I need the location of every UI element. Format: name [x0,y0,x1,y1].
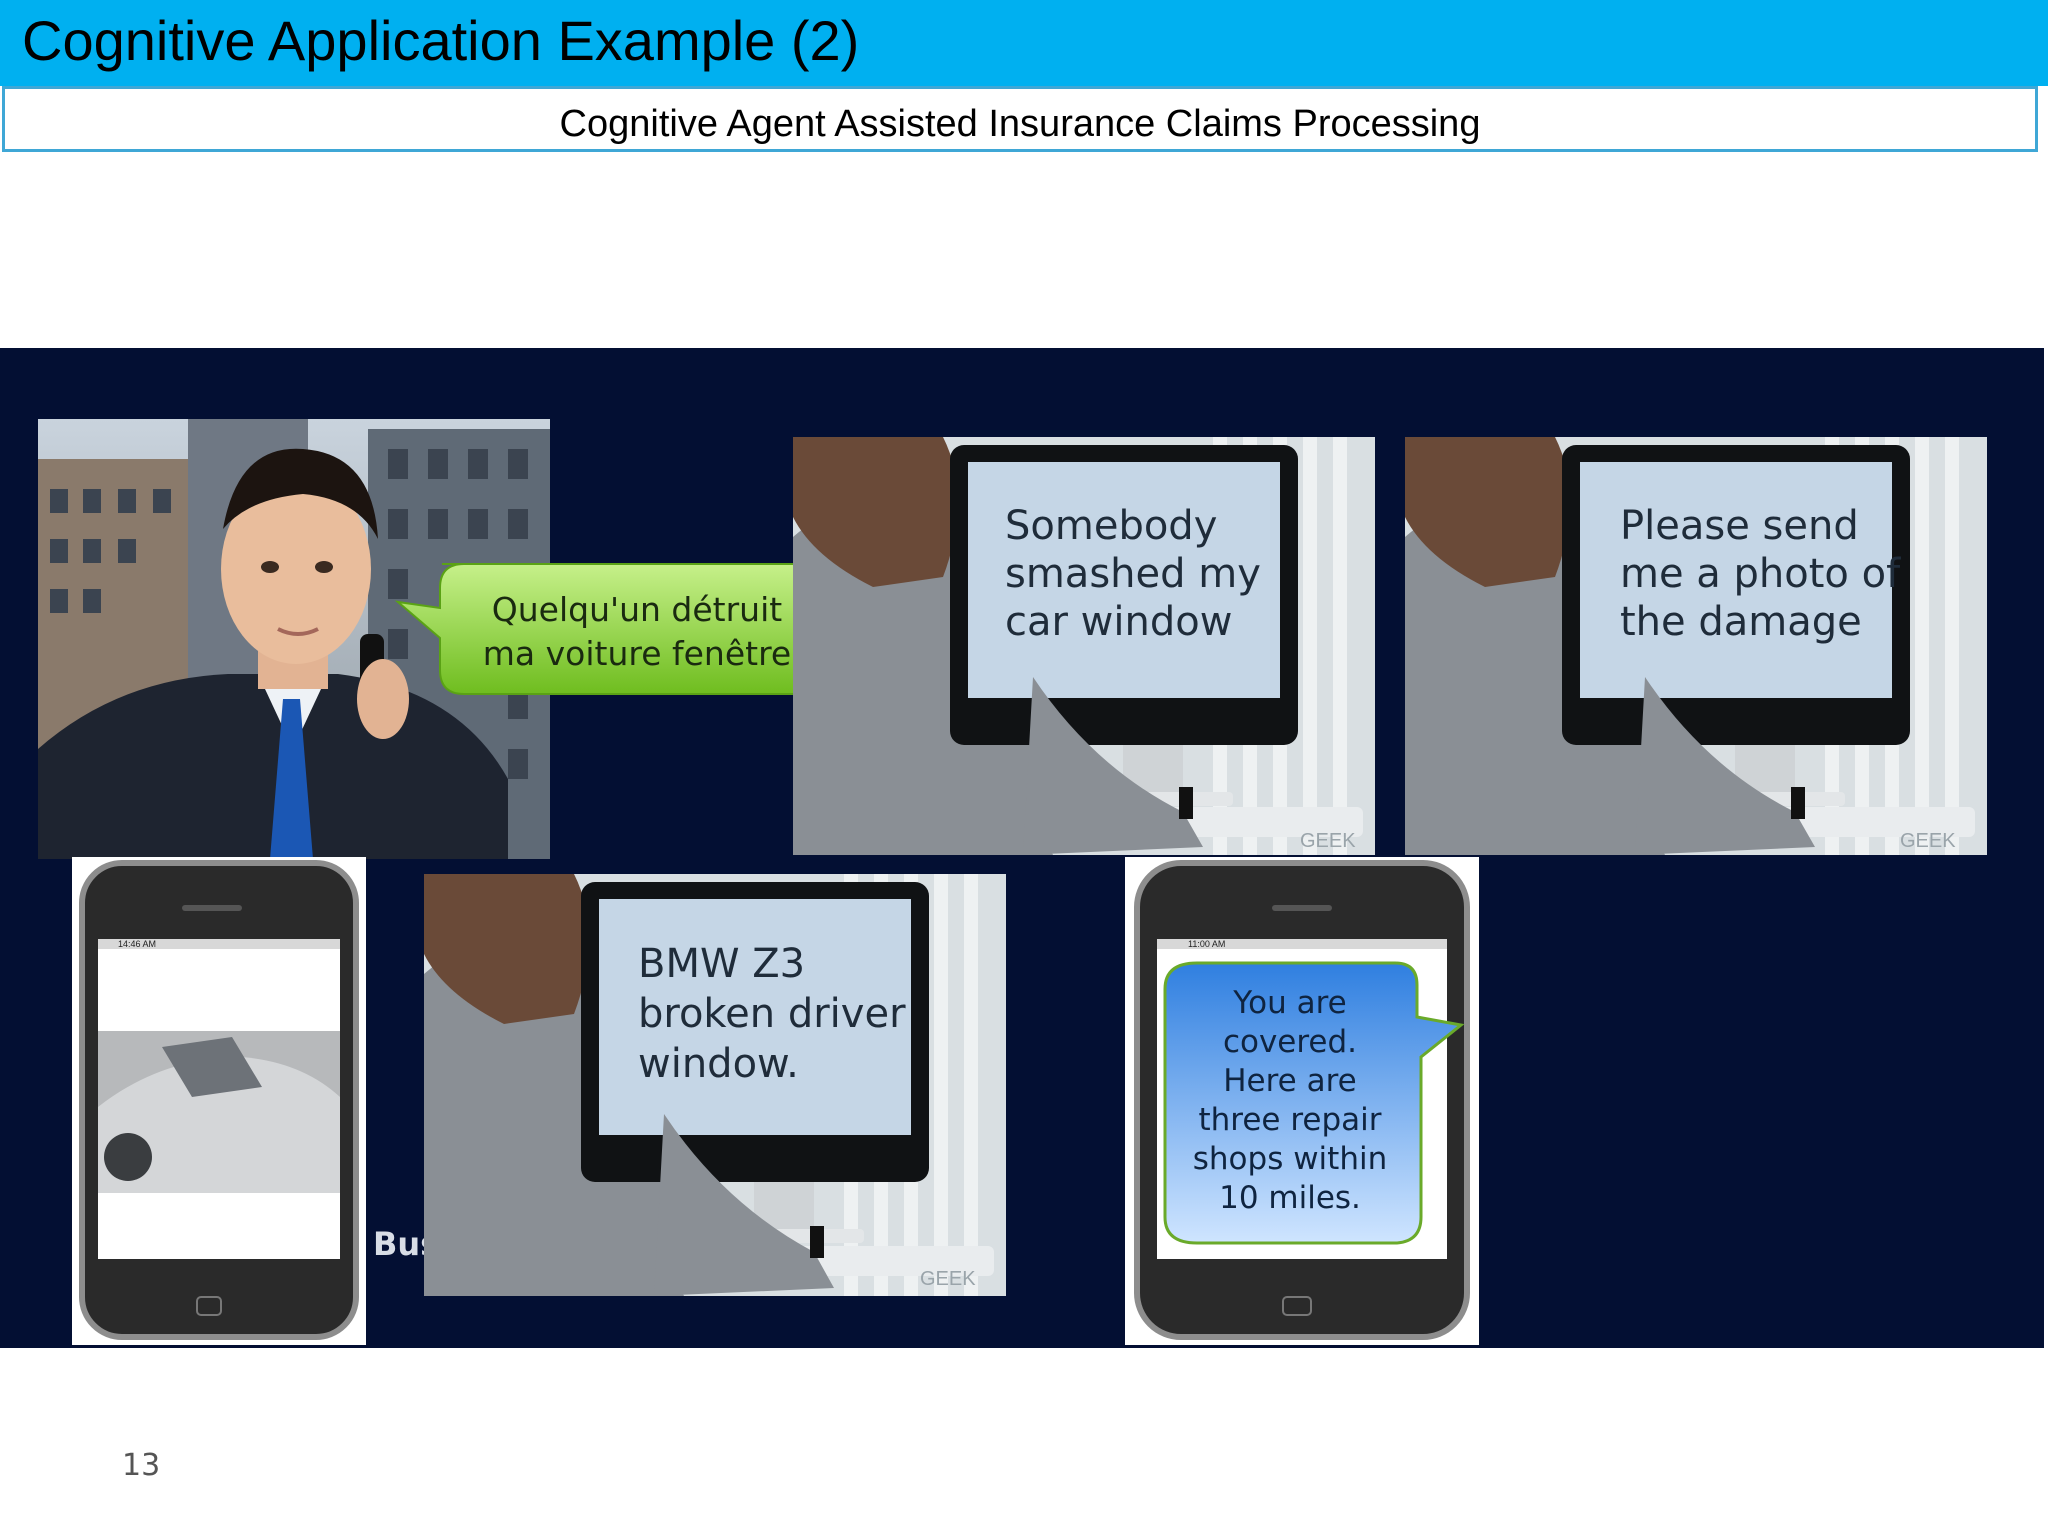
speech-line-1: Quelqu'un détruit [491,590,783,629]
screen1-line-3: car window [1005,599,1233,645]
subtitle-box: Cognitive Agent Assisted Insurance Claim… [2,86,2038,152]
reply-line-3: Here are [1223,1063,1357,1099]
slide-title: Cognitive Application Example (2) [22,9,860,72]
reply-line-5: shops within [1192,1141,1388,1177]
page-number: 13 [122,1448,161,1483]
watermark-2: GEEK [1900,830,1956,852]
agent-screen-text-2: Please send me a photo of the damage [1620,502,1900,646]
phone-status-2: 11:00 AM [1188,939,1226,949]
screen1-line-1: Somebody [1005,503,1218,549]
agent-screen-text-1: Somebody smashed my car window [1005,502,1261,646]
agent-computer-photo-1 [793,437,1375,855]
phone-car-photo [72,857,366,1345]
agent-computer-photo-2 [1405,437,1987,855]
watermark-3: GEEK [920,1268,976,1290]
agent-screen-text-3: BMW Z3 broken driver window. [638,939,906,1089]
screen3-line-3: window. [638,1041,799,1087]
screen2-line-2: me a photo of [1620,551,1901,597]
reply-line-6: 10 miles. [1219,1180,1361,1216]
speech-line-2: ma voiture fenêtre [482,634,792,673]
reply-message: You are covered. Here are three repair s… [1170,984,1410,1218]
screen1-line-2: smashed my [1005,551,1261,597]
reply-line-2: covered. [1222,1024,1358,1060]
speech-bubble-text: Quelqu'un détruit ma voiture fenêtre [452,588,822,676]
watermark-1: GEEK [1300,830,1356,852]
phone-status-1: 14:46 AM [118,939,157,949]
screen3-line-1: BMW Z3 [638,941,806,987]
reply-line-4: three repair [1198,1102,1382,1138]
title-bar: Cognitive Application Example (2) [0,0,2048,86]
screen2-line-1: Please send [1620,503,1859,549]
reply-line-1: You are [1233,985,1347,1021]
slide-subtitle: Cognitive Agent Assisted Insurance Claim… [559,103,1481,145]
screen3-line-2: broken driver [638,991,906,1037]
screen2-line-3: the damage [1620,599,1862,645]
